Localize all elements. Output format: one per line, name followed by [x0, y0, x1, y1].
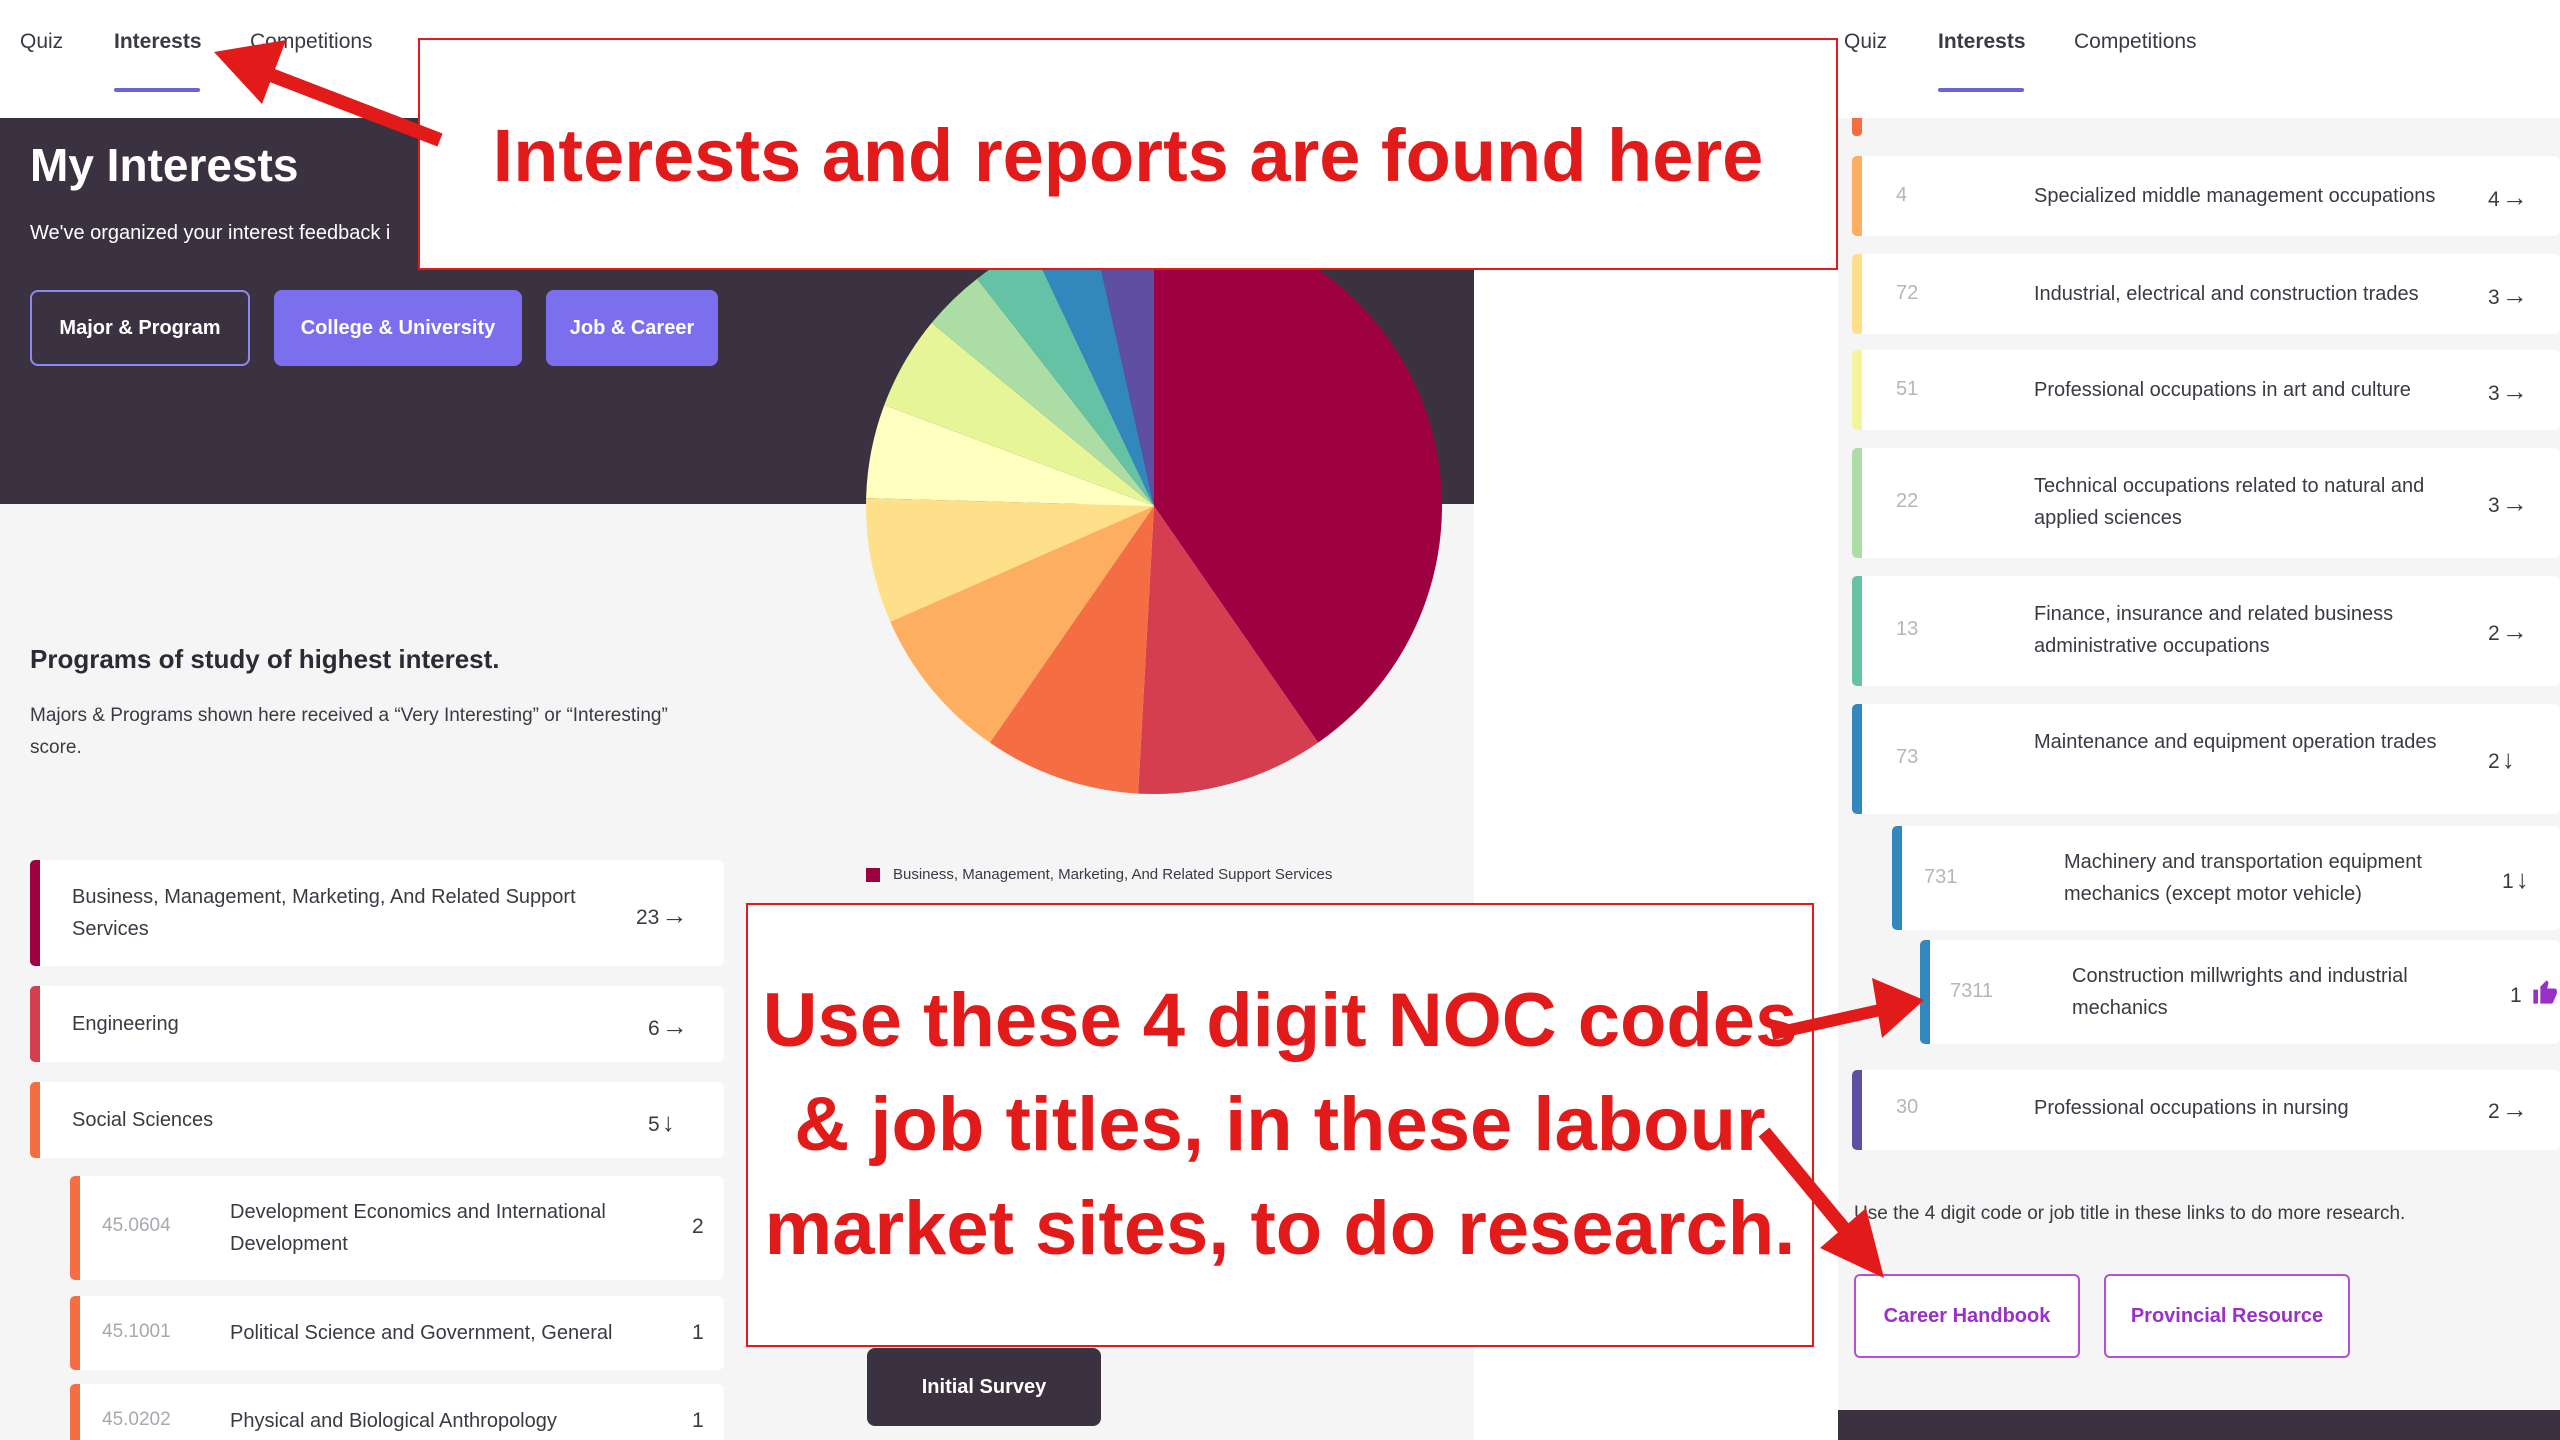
- arrow-to-interests-tab: [214, 40, 443, 147]
- arrow-to-noc-code: [1770, 978, 1924, 1040]
- arrow-to-links: [1758, 1127, 1884, 1278]
- annotation-arrows: [214, 40, 1924, 1278]
